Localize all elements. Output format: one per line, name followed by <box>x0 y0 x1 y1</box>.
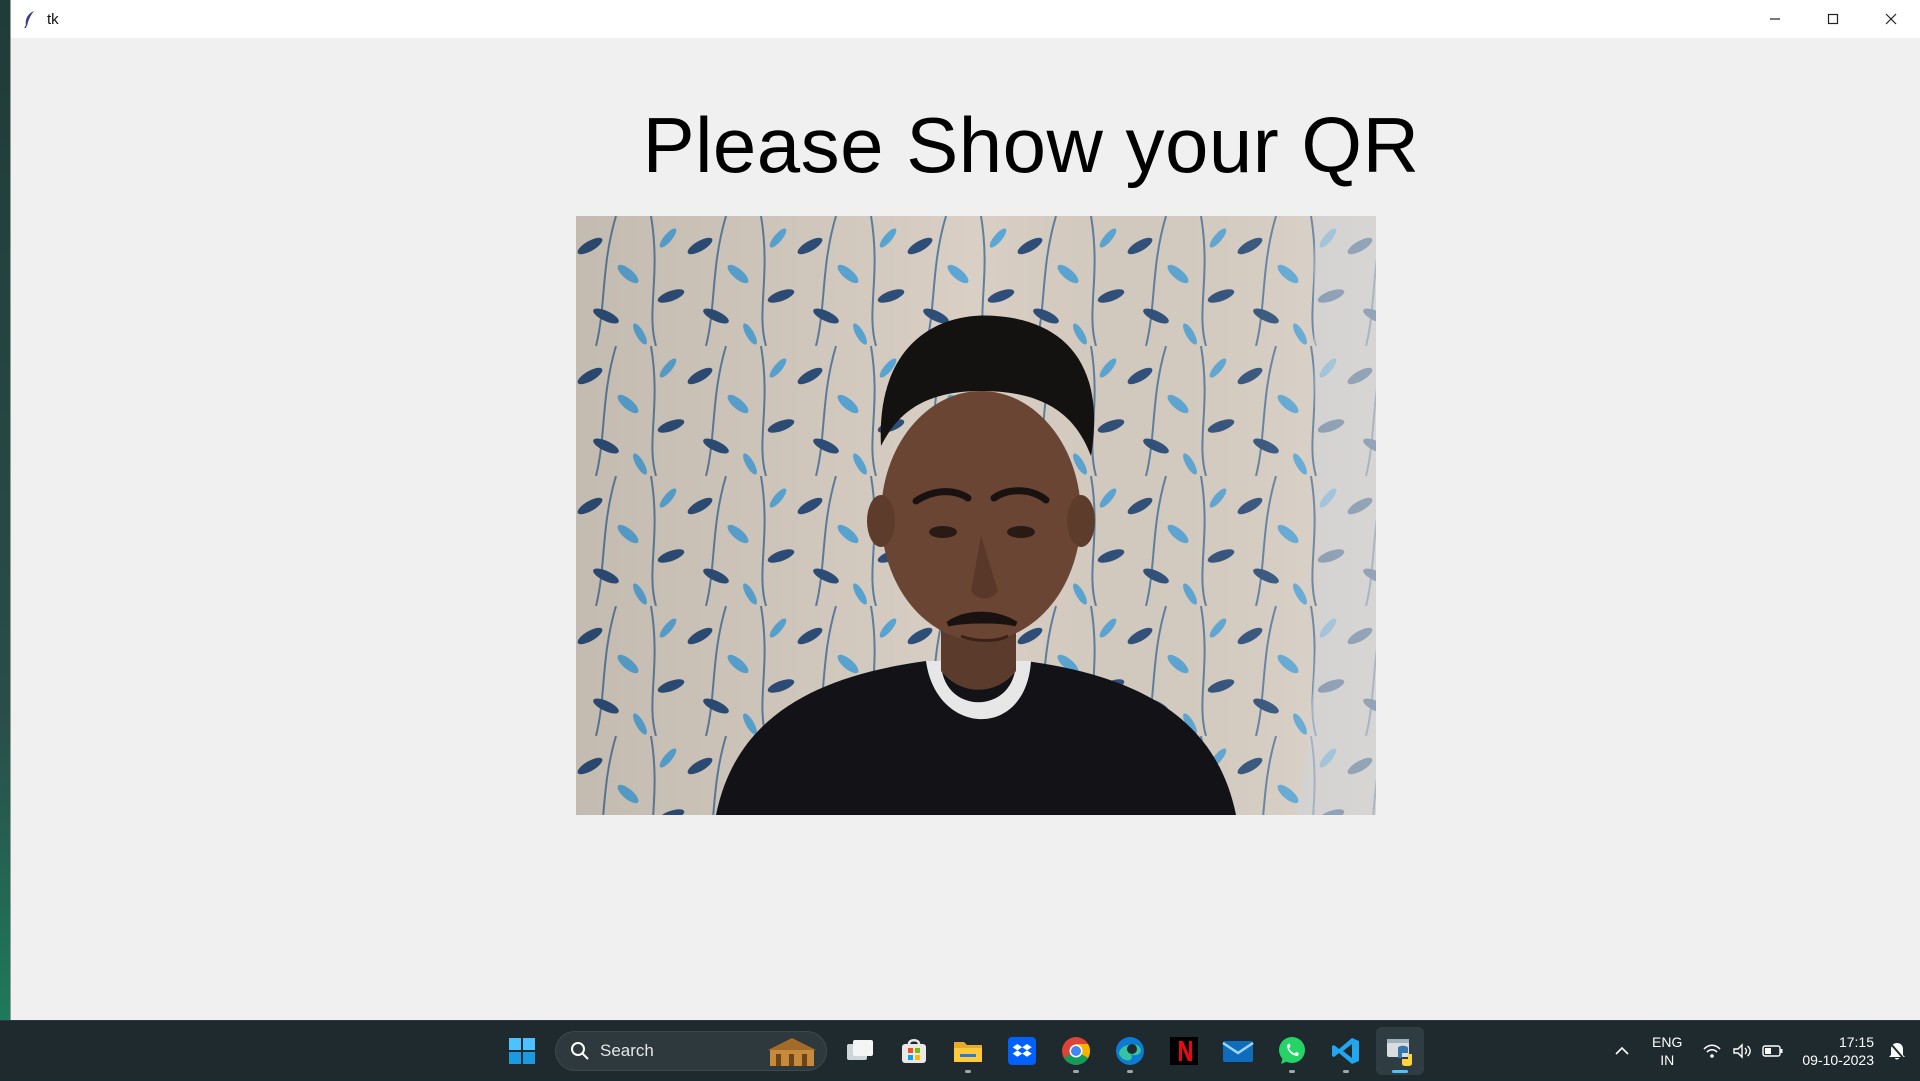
notifications-button[interactable] <box>1888 1041 1906 1061</box>
webcam-preview <box>576 216 1376 815</box>
desktop-background <box>0 0 10 1020</box>
clock-date: 09-10-2023 <box>1802 1052 1874 1068</box>
close-button[interactable] <box>1862 0 1920 38</box>
quick-settings-button[interactable] <box>1702 1043 1784 1059</box>
search-highlight-icon <box>768 1038 816 1066</box>
running-indicator <box>965 1070 971 1073</box>
wifi-icon <box>1703 1044 1721 1058</box>
mail-icon <box>1222 1041 1254 1062</box>
language-line2: IN <box>1660 1052 1675 1068</box>
search-icon <box>570 1041 590 1061</box>
task-view-icon <box>847 1040 873 1060</box>
python-tk-button[interactable] <box>1376 1027 1424 1075</box>
window-title: tk <box>47 10 59 28</box>
whatsapp-button[interactable] <box>1268 1027 1316 1075</box>
minimize-icon <box>1770 18 1780 20</box>
file-explorer-icon <box>954 1042 982 1062</box>
vscode-button[interactable] <box>1322 1027 1370 1075</box>
minimize-button[interactable] <box>1746 0 1804 38</box>
language-line1: ENG <box>1652 1034 1683 1050</box>
clock-time: 17:15 <box>1838 1034 1874 1050</box>
chrome-icon <box>1062 1037 1090 1065</box>
chevron-up-icon <box>1615 1046 1629 1055</box>
window-controls <box>1746 0 1920 38</box>
running-indicator <box>1343 1070 1349 1073</box>
taskbar-search[interactable]: Search <box>555 1031 827 1071</box>
dropbox-icon <box>1008 1037 1036 1065</box>
notification-bell-icon <box>1889 1042 1905 1060</box>
task-view-button[interactable] <box>836 1027 884 1075</box>
edge-button[interactable] <box>1106 1027 1154 1075</box>
qr-prompt-heading: Please Show your QR <box>642 101 1420 189</box>
search-label: Search <box>600 1041 654 1060</box>
running-indicator <box>1127 1070 1133 1073</box>
clock[interactable]: 17:15 09-10-2023 <box>1802 1033 1874 1069</box>
start-button[interactable] <box>498 1027 546 1075</box>
window-content: Please Show your QR <box>11 38 1920 1020</box>
running-indicator <box>1289 1070 1295 1073</box>
dropbox-button[interactable] <box>998 1027 1046 1075</box>
python-icon <box>1387 1039 1412 1066</box>
language-indicator[interactable]: ENG IN <box>1652 1033 1682 1069</box>
netflix-icon <box>1170 1037 1198 1065</box>
show-hidden-icons-button[interactable] <box>1614 1046 1630 1056</box>
running-indicator <box>1073 1070 1079 1073</box>
tk-feather-icon <box>23 10 37 28</box>
chrome-button[interactable] <box>1052 1027 1100 1075</box>
volume-icon <box>1733 1043 1752 1059</box>
microsoft-store-icon <box>902 1039 926 1063</box>
file-explorer-button[interactable] <box>944 1027 992 1075</box>
title-bar[interactable]: tk <box>11 0 1920 38</box>
close-icon <box>1885 13 1897 25</box>
system-tray: ENG IN 17:15 09-10-2023 <box>1614 1021 1920 1081</box>
taskbar-pinned-apps: Search <box>495 1021 1427 1081</box>
taskbar: Search ENG IN 17:15 09-10-2023 <box>0 1020 1920 1080</box>
microsoft-store-button[interactable] <box>890 1027 938 1075</box>
netflix-button[interactable] <box>1160 1027 1208 1075</box>
active-indicator <box>1392 1070 1408 1073</box>
battery-icon <box>1762 1045 1783 1057</box>
whatsapp-icon <box>1279 1037 1305 1064</box>
app-window: tk Please Show your QR <box>10 0 1920 1020</box>
maximize-icon <box>1827 13 1839 25</box>
vscode-icon <box>1332 1038 1359 1064</box>
mail-button[interactable] <box>1214 1027 1262 1075</box>
windows-start-icon <box>509 1038 535 1064</box>
maximize-button[interactable] <box>1804 0 1862 38</box>
edge-icon <box>1116 1037 1144 1065</box>
